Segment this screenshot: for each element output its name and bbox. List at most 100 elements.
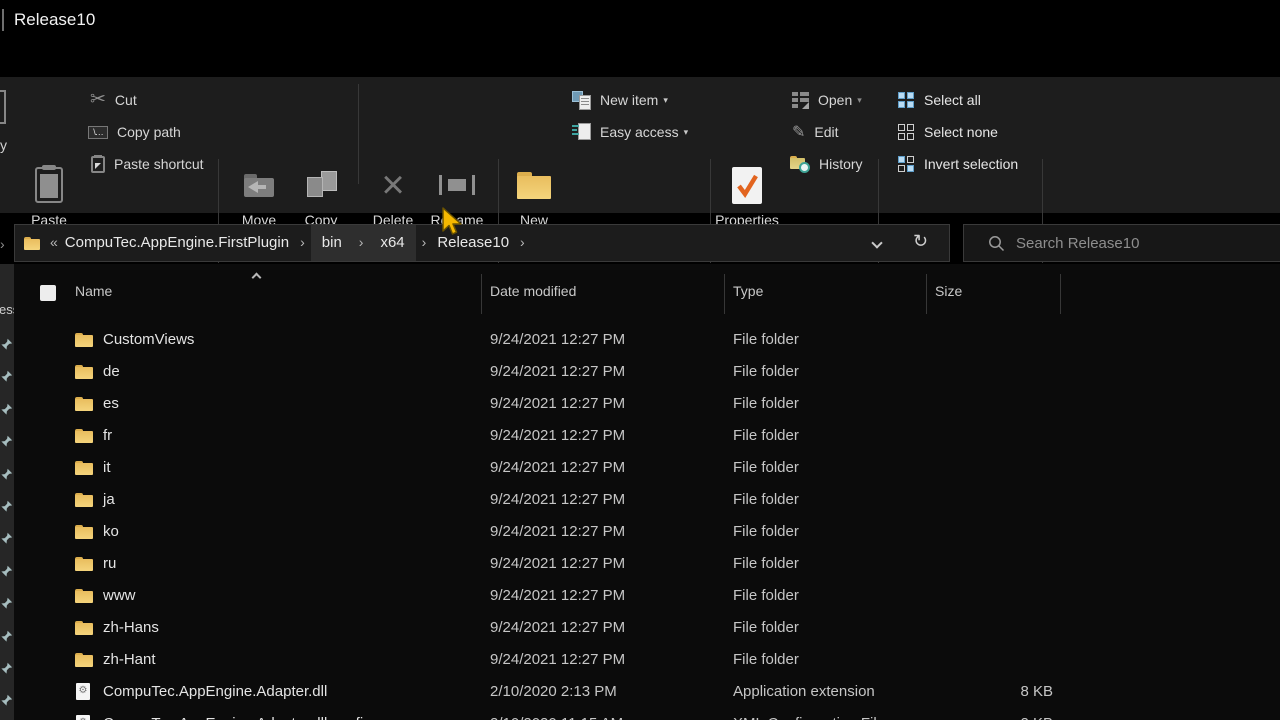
chevron-right-icon[interactable]: › bbox=[514, 225, 531, 261]
breadcrumb-item[interactable]: x64 bbox=[369, 225, 415, 261]
file-size bbox=[912, 324, 1053, 356]
select-all-checkbox[interactable] bbox=[40, 285, 56, 301]
table-row[interactable]: ko9/24/2021 12:27 PMFile folder bbox=[0, 516, 1280, 548]
quick-access-label-fragment: ess bbox=[0, 302, 14, 317]
file-type: File folder bbox=[733, 452, 799, 484]
folder-icon bbox=[75, 429, 93, 443]
file-name: CompuTec.AppEngine.Adapter.dll bbox=[103, 676, 327, 708]
table-row[interactable]: de9/24/2021 12:27 PMFile folder bbox=[0, 356, 1280, 388]
easy-access-button[interactable]: Easy access ▾ bbox=[572, 118, 688, 146]
table-row[interactable]: fr9/24/2021 12:27 PMFile folder bbox=[0, 420, 1280, 452]
copy-path-button[interactable]: \… Copy path bbox=[88, 118, 181, 146]
cut-label: Cut bbox=[115, 92, 137, 108]
chevron-right-icon[interactable]: › bbox=[294, 225, 311, 261]
file-type: File folder bbox=[733, 356, 799, 388]
file-size bbox=[912, 388, 1053, 420]
file-date-modified: 9/24/2021 12:27 PM bbox=[490, 548, 625, 580]
invert-selection-button[interactable]: Invert selection bbox=[898, 150, 1018, 178]
nav-forward-fragment[interactable]: › bbox=[0, 236, 5, 252]
file-size bbox=[912, 484, 1053, 516]
table-row[interactable]: CustomViews9/24/2021 12:27 PMFile folder bbox=[0, 324, 1280, 356]
refresh-icon[interactable]: ↻ bbox=[913, 231, 928, 252]
select-all-label: Select all bbox=[924, 92, 981, 108]
chevron-right-icon[interactable]: › bbox=[353, 225, 370, 261]
select-all-icon bbox=[898, 92, 915, 109]
paste-shortcut-button[interactable]: Paste shortcut bbox=[91, 150, 204, 178]
open-icon bbox=[792, 92, 809, 109]
file-date-modified: 9/24/2021 12:27 PM bbox=[490, 388, 625, 420]
column-header-date[interactable]: Date modified bbox=[490, 283, 576, 299]
file-type: File folder bbox=[733, 420, 799, 452]
file-size bbox=[912, 612, 1053, 644]
history-label: History bbox=[819, 156, 863, 172]
file-size bbox=[912, 420, 1053, 452]
edit-button[interactable]: ✎ Edit bbox=[792, 118, 839, 146]
folder-icon bbox=[75, 589, 93, 603]
file-name: it bbox=[103, 452, 111, 484]
new-item-button[interactable]: New item ▾ bbox=[572, 86, 668, 114]
address-bar[interactable]: « CompuTec.AppEngine.FirstPlugin›bin›x64… bbox=[14, 224, 950, 262]
search-input[interactable] bbox=[1016, 226, 1266, 260]
open-button[interactable]: Open ▾ bbox=[792, 86, 862, 114]
table-row[interactable]: zh-Hans9/24/2021 12:27 PMFile folder bbox=[0, 612, 1280, 644]
easy-access-label: Easy access bbox=[600, 124, 679, 140]
column-divider[interactable] bbox=[926, 274, 927, 314]
cut-button[interactable]: ✂ Cut bbox=[90, 86, 137, 114]
file-size: 2 KB bbox=[912, 708, 1053, 720]
search-box[interactable] bbox=[963, 224, 1280, 262]
chevron-right-icon[interactable]: › bbox=[416, 225, 433, 261]
edit-label: Edit bbox=[814, 124, 838, 140]
folder-icon bbox=[75, 397, 93, 411]
file-name: CustomViews bbox=[103, 324, 194, 356]
ribbon: Clipboard Organize New Open Select y Pas… bbox=[0, 77, 1280, 213]
open-label: Open bbox=[818, 92, 852, 108]
select-none-button[interactable]: Select none bbox=[898, 118, 998, 146]
table-row[interactable]: ⚙CompuTec.AppEngine.Adapter.dll2/10/2020… bbox=[0, 676, 1280, 708]
column-divider[interactable] bbox=[481, 274, 482, 314]
table-row[interactable]: www9/24/2021 12:27 PMFile folder bbox=[0, 580, 1280, 612]
copy-path-label: Copy path bbox=[117, 124, 181, 140]
copy-to-icon bbox=[305, 171, 337, 199]
file-name: ko bbox=[103, 516, 119, 548]
folder-icon bbox=[75, 333, 93, 347]
breadcrumb-item[interactable]: bin bbox=[311, 225, 353, 261]
column-header-type[interactable]: Type bbox=[733, 283, 763, 299]
file-name: zh-Hans bbox=[103, 612, 159, 644]
title-bar: Release10 bbox=[0, 0, 1280, 40]
ribbon-tab-row: Share View bbox=[0, 40, 1280, 77]
file-size bbox=[912, 644, 1053, 676]
table-row[interactable]: ⚙CompuTec.AppEngine.Adapter.dll.config2/… bbox=[0, 708, 1280, 720]
config-file-icon: ⚙ bbox=[76, 715, 90, 720]
file-date-modified: 9/24/2021 12:27 PM bbox=[490, 484, 625, 516]
breadcrumb-item[interactable]: CompuTec.AppEngine.FirstPlugin bbox=[60, 225, 294, 261]
folder-icon bbox=[75, 557, 93, 571]
file-name: ru bbox=[103, 548, 116, 580]
invert-selection-label: Invert selection bbox=[924, 156, 1018, 172]
select-none-icon bbox=[898, 124, 915, 141]
table-row[interactable]: es9/24/2021 12:27 PMFile folder bbox=[0, 388, 1280, 420]
file-date-modified: 9/24/2021 12:27 PM bbox=[490, 324, 625, 356]
file-size bbox=[912, 356, 1053, 388]
table-row[interactable]: zh-Hant9/24/2021 12:27 PMFile folder bbox=[0, 644, 1280, 676]
delete-icon: × bbox=[381, 166, 404, 204]
address-dropdown-button[interactable] bbox=[873, 239, 881, 247]
copy-button-fragment[interactable] bbox=[0, 90, 6, 124]
select-all-button[interactable]: Select all bbox=[898, 86, 981, 114]
crumb-overflow-icon[interactable]: « bbox=[40, 225, 60, 261]
table-row[interactable]: ja9/24/2021 12:27 PMFile folder bbox=[0, 484, 1280, 516]
folder-icon bbox=[75, 493, 93, 507]
folder-icon bbox=[75, 365, 93, 379]
column-header-size[interactable]: Size bbox=[935, 283, 962, 299]
file-size bbox=[912, 516, 1053, 548]
copy-path-icon: \… bbox=[88, 126, 108, 139]
table-row[interactable]: it9/24/2021 12:27 PMFile folder bbox=[0, 452, 1280, 484]
column-header-name[interactable]: Name bbox=[75, 283, 112, 299]
new-item-icon bbox=[572, 91, 591, 110]
file-date-modified: 2/10/2020 2:13 PM bbox=[490, 676, 617, 708]
folder-icon bbox=[75, 621, 93, 635]
table-row[interactable]: ru9/24/2021 12:27 PMFile folder bbox=[0, 548, 1280, 580]
history-button[interactable]: History bbox=[790, 150, 863, 178]
column-divider[interactable] bbox=[724, 274, 725, 314]
file-name: ja bbox=[103, 484, 115, 516]
column-divider[interactable] bbox=[1060, 274, 1061, 314]
